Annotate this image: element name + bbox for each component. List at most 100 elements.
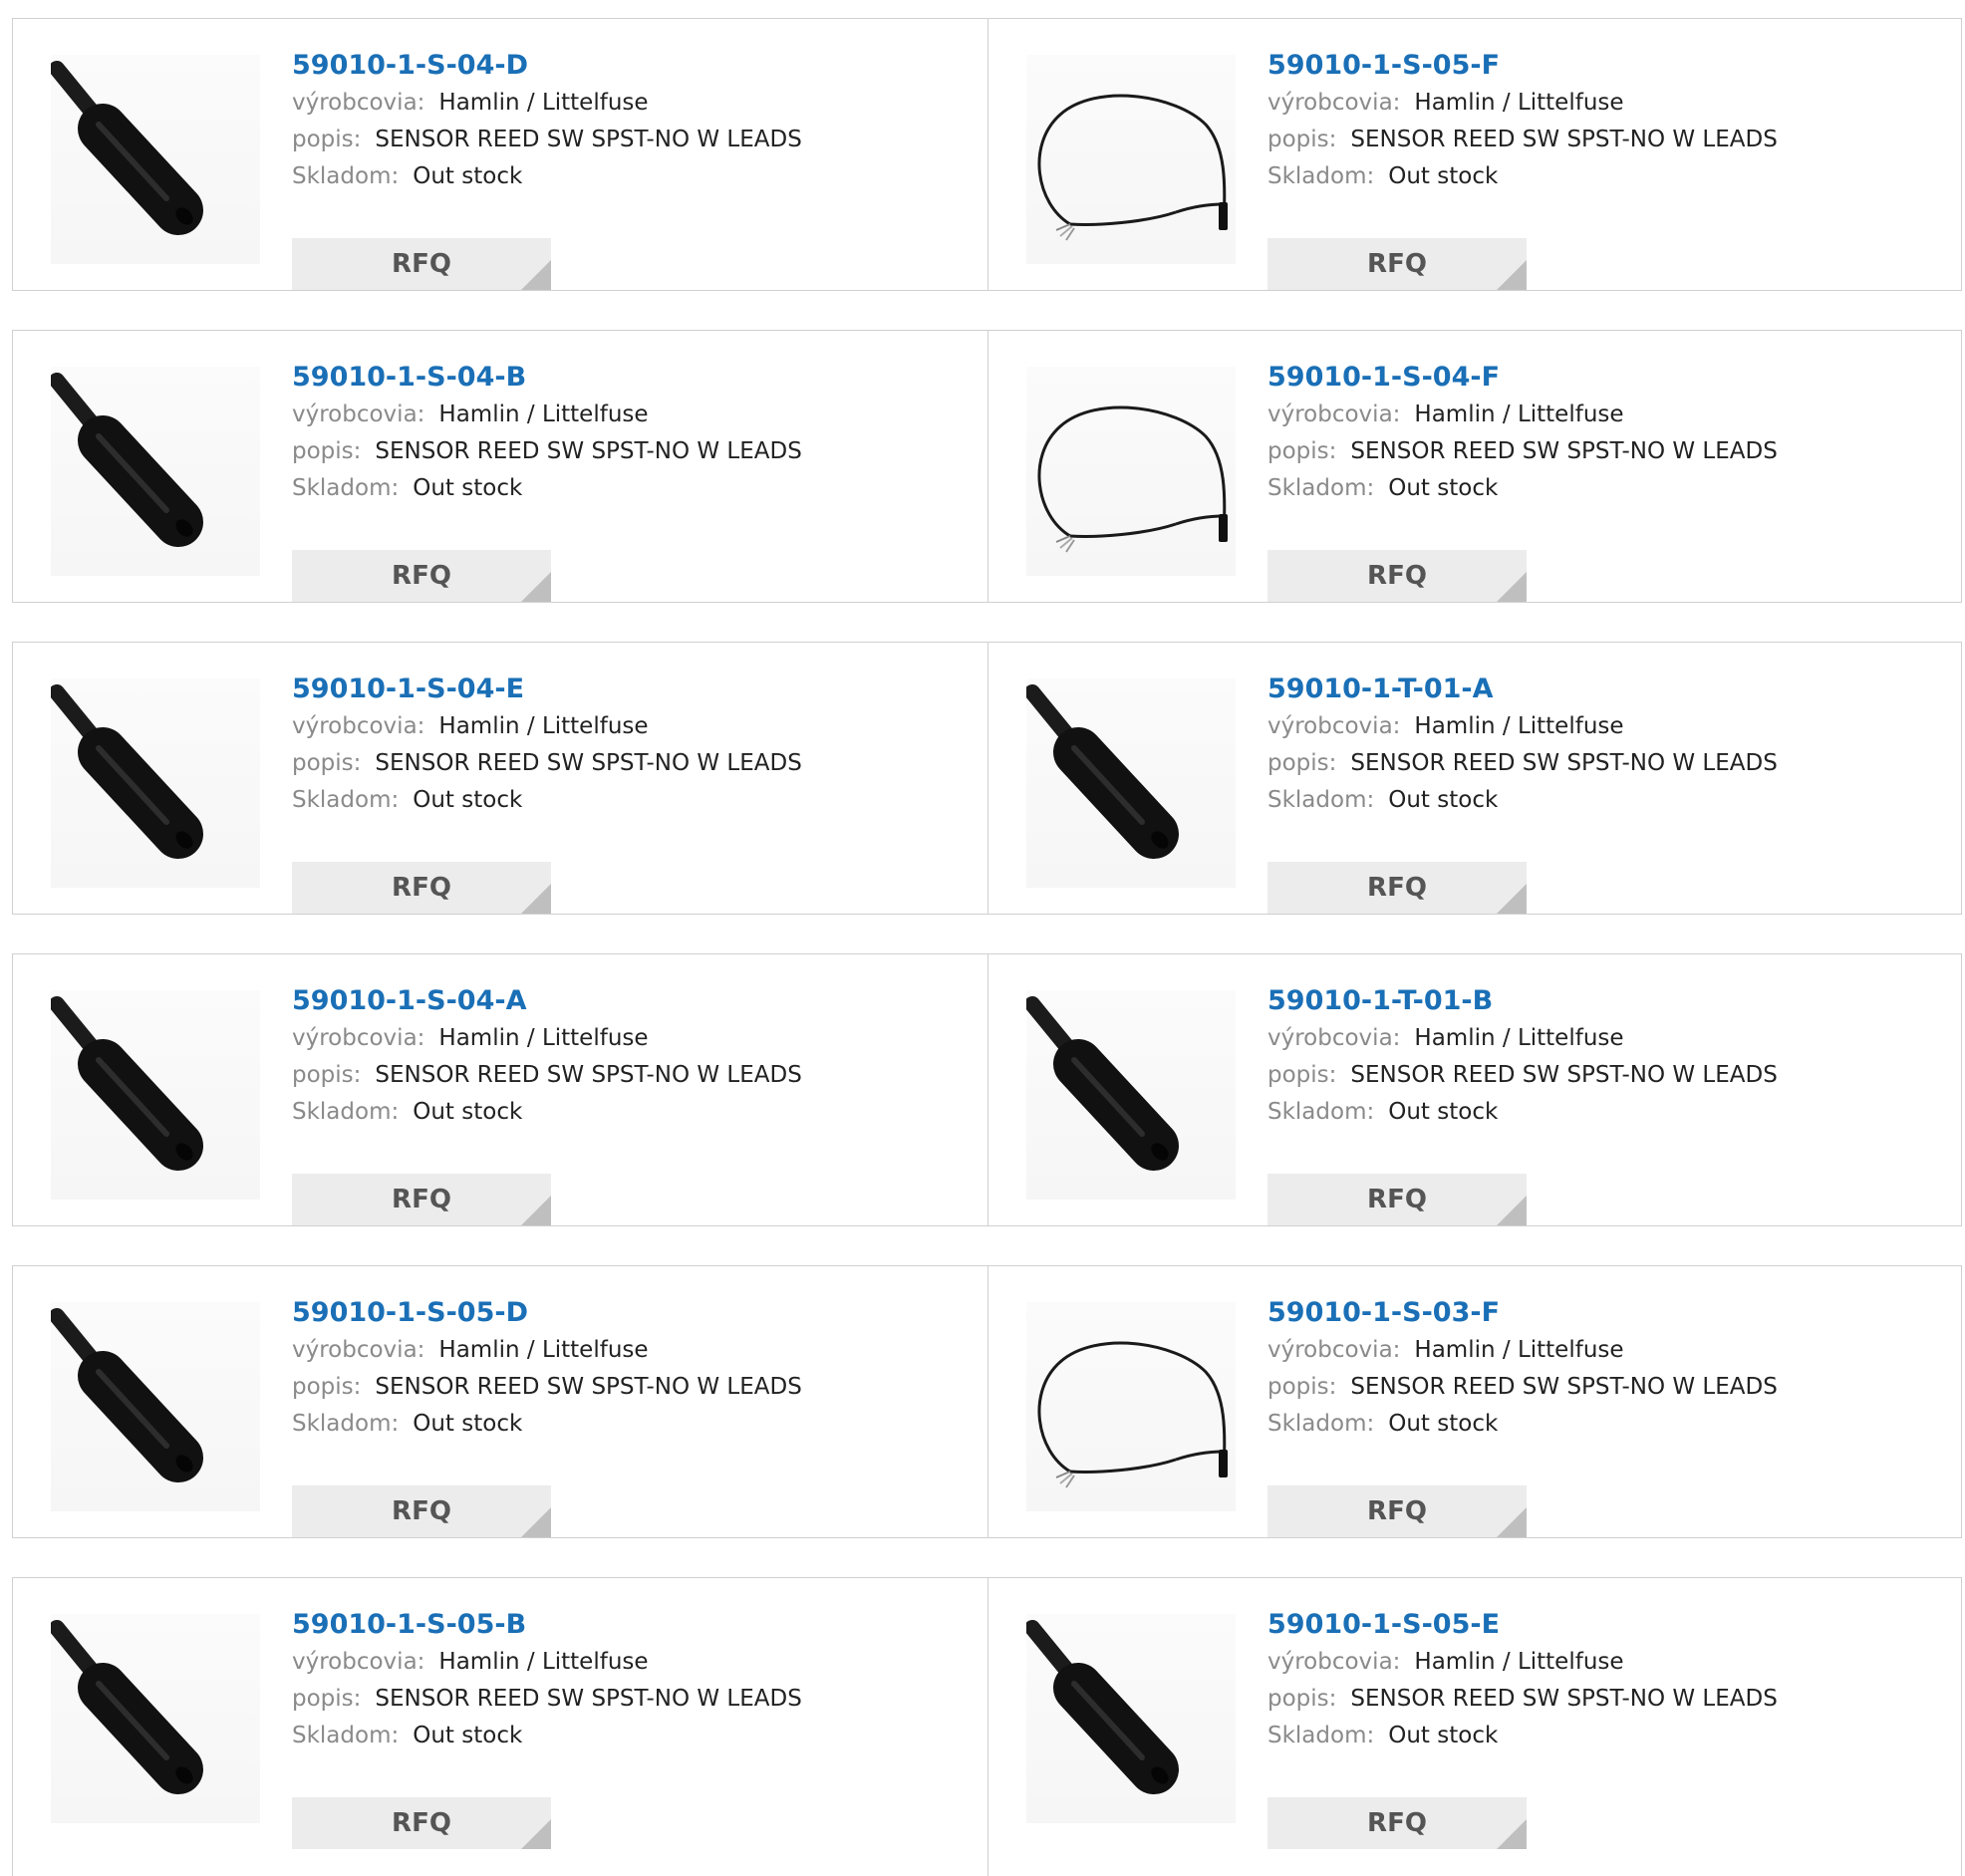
corner-triangle-icon — [521, 572, 551, 602]
manufacturer-value: Hamlin / Littelfuse — [1414, 1649, 1624, 1675]
part-number-link[interactable]: 59010-1-S-04-B — [292, 359, 950, 397]
rfq-button[interactable]: RFQ — [1267, 238, 1527, 290]
product-image[interactable] — [1026, 678, 1236, 888]
description-row: popis: SENSOR REED SW SPST-NO W LEADS — [1267, 1057, 1925, 1094]
description-label: popis: — [1267, 127, 1337, 152]
rfq-button[interactable]: RFQ — [292, 1174, 551, 1225]
rfq-button[interactable]: RFQ — [292, 1797, 551, 1849]
stock-label: Skladom: — [1267, 1411, 1375, 1437]
part-number-link[interactable]: 59010-1-T-01-A — [1267, 670, 1925, 708]
description-value: SENSOR REED SW SPST-NO W LEADS — [375, 438, 802, 464]
rfq-button[interactable]: RFQ — [292, 550, 551, 602]
product-info: 59010-1-S-04-D výrobcovia: Hamlin / Litte… — [292, 47, 950, 290]
part-number-link[interactable]: 59010-1-S-05-D — [292, 1294, 950, 1332]
description-row: popis: SENSOR REED SW SPST-NO W LEADS — [292, 1057, 950, 1094]
cylinder-sensor-icon — [1026, 1620, 1179, 1794]
rfq-button-label: RFQ — [392, 1185, 451, 1214]
product-grid: 59010-1-S-04-D výrobcovia: Hamlin / Litte… — [0, 0, 1965, 1876]
stock-label: Skladom: — [292, 1099, 400, 1125]
stock-row: Skladom: Out stock — [292, 1094, 950, 1131]
cylinder-sensor-icon — [51, 373, 203, 547]
part-number-link[interactable]: 59010-1-T-01-B — [1267, 982, 1925, 1020]
rfq-button-label: RFQ — [392, 1496, 451, 1526]
cylinder-sensor-icon — [51, 61, 203, 235]
manufacturer-label: výrobcovia: — [292, 402, 425, 427]
description-value: SENSOR REED SW SPST-NO W LEADS — [1350, 1686, 1778, 1712]
description-row: popis: SENSOR REED SW SPST-NO W LEADS — [1267, 1369, 1925, 1406]
stock-value: Out stock — [1388, 1411, 1499, 1437]
stock-row: Skladom: Out stock — [1267, 1718, 1925, 1754]
stock-row: Skladom: Out stock — [292, 782, 950, 819]
product-image[interactable] — [1026, 990, 1236, 1200]
part-number-link[interactable]: 59010-1-S-05-F — [1267, 47, 1925, 85]
product-image[interactable] — [1026, 367, 1236, 576]
stock-label: Skladom: — [292, 163, 400, 189]
rfq-button[interactable]: RFQ — [292, 238, 551, 290]
manufacturer-row: výrobcovia: Hamlin / Littelfuse — [1267, 708, 1925, 745]
product-card-left: 59010-1-S-04-E výrobcovia: Hamlin / Litte… — [13, 643, 987, 914]
rfq-button[interactable]: RFQ — [1267, 1797, 1527, 1849]
manufacturer-value: Hamlin / Littelfuse — [1414, 1337, 1624, 1363]
product-card-right: 59010-1-S-05-E výrobcovia: Hamlin / Litte… — [987, 1578, 1963, 1876]
rfq-button[interactable]: RFQ — [292, 1485, 551, 1537]
stock-value: Out stock — [1388, 1723, 1499, 1748]
stock-value: Out stock — [413, 787, 523, 813]
part-number-link[interactable]: 59010-1-S-05-E — [1267, 1606, 1925, 1644]
description-label: popis: — [1267, 1374, 1337, 1400]
part-number-link[interactable]: 59010-1-S-05-B — [292, 1606, 950, 1644]
product-image[interactable] — [1026, 1302, 1236, 1511]
manufacturer-label: výrobcovia: — [1267, 90, 1401, 116]
description-label: popis: — [292, 1374, 362, 1400]
rfq-button-label: RFQ — [1367, 1185, 1427, 1214]
stock-row: Skladom: Out stock — [292, 470, 950, 507]
manufacturer-label: výrobcovia: — [292, 713, 425, 739]
rfq-button-label: RFQ — [392, 249, 451, 279]
cylinder-sensor-icon — [1026, 996, 1179, 1171]
stock-value: Out stock — [413, 1411, 523, 1437]
manufacturer-row: výrobcovia: Hamlin / Littelfuse — [292, 1644, 950, 1681]
description-row: popis: SENSOR REED SW SPST-NO W LEADS — [1267, 1681, 1925, 1718]
description-value: SENSOR REED SW SPST-NO W LEADS — [375, 1062, 802, 1088]
rfq-button[interactable]: RFQ — [1267, 862, 1527, 914]
product-image[interactable] — [51, 678, 260, 888]
product-image[interactable] — [51, 367, 260, 576]
part-number-link[interactable]: 59010-1-S-04-D — [292, 47, 950, 85]
product-image[interactable] — [51, 1614, 260, 1823]
product-image[interactable] — [51, 1302, 260, 1511]
description-value: SENSOR REED SW SPST-NO W LEADS — [375, 1374, 802, 1400]
product-image[interactable] — [51, 990, 260, 1200]
manufacturer-value: Hamlin / Littelfuse — [1414, 713, 1624, 739]
part-number-link[interactable]: 59010-1-S-04-A — [292, 982, 950, 1020]
description-row: popis: SENSOR REED SW SPST-NO W LEADS — [1267, 433, 1925, 470]
part-number-link[interactable]: 59010-1-S-03-F — [1267, 1294, 1925, 1332]
product-image[interactable] — [1026, 1614, 1236, 1823]
rfq-button-label: RFQ — [1367, 561, 1427, 591]
rfq-button[interactable]: RFQ — [1267, 550, 1527, 602]
product-row: 59010-1-S-05-D výrobcovia: Hamlin / Litte… — [12, 1265, 1962, 1538]
manufacturer-row: výrobcovia: Hamlin / Littelfuse — [292, 1332, 950, 1369]
manufacturer-label: výrobcovia: — [1267, 402, 1401, 427]
stock-value: Out stock — [413, 1723, 523, 1748]
rfq-button[interactable]: RFQ — [1267, 1174, 1527, 1225]
stock-label: Skladom: — [1267, 163, 1375, 189]
part-number-link[interactable]: 59010-1-S-04-F — [1267, 359, 1925, 397]
rfq-button[interactable]: RFQ — [292, 862, 551, 914]
rfq-button[interactable]: RFQ — [1267, 1485, 1527, 1537]
product-info: 59010-1-S-03-F výrobcovia: Hamlin / Litte… — [1267, 1294, 1925, 1537]
manufacturer-label: výrobcovia: — [292, 90, 425, 116]
description-label: popis: — [292, 1686, 362, 1712]
manufacturer-label: výrobcovia: — [292, 1025, 425, 1051]
part-number-link[interactable]: 59010-1-S-04-E — [292, 670, 950, 708]
manufacturer-label: výrobcovia: — [292, 1337, 425, 1363]
manufacturer-value: Hamlin / Littelfuse — [438, 1649, 649, 1675]
product-image[interactable] — [51, 55, 260, 264]
stock-value: Out stock — [413, 1099, 523, 1125]
product-card-right: 59010-1-T-01-A výrobcovia: Hamlin / Litte… — [987, 643, 1963, 914]
cylinder-sensor-icon — [51, 996, 203, 1171]
rfq-button-label: RFQ — [1367, 873, 1427, 903]
manufacturer-row: výrobcovia: Hamlin / Littelfuse — [1267, 397, 1925, 433]
rfq-button-label: RFQ — [392, 873, 451, 903]
corner-triangle-icon — [521, 1819, 551, 1849]
product-card-left: 59010-1-S-04-B výrobcovia: Hamlin / Litte… — [13, 331, 987, 602]
product-image[interactable] — [1026, 55, 1236, 264]
